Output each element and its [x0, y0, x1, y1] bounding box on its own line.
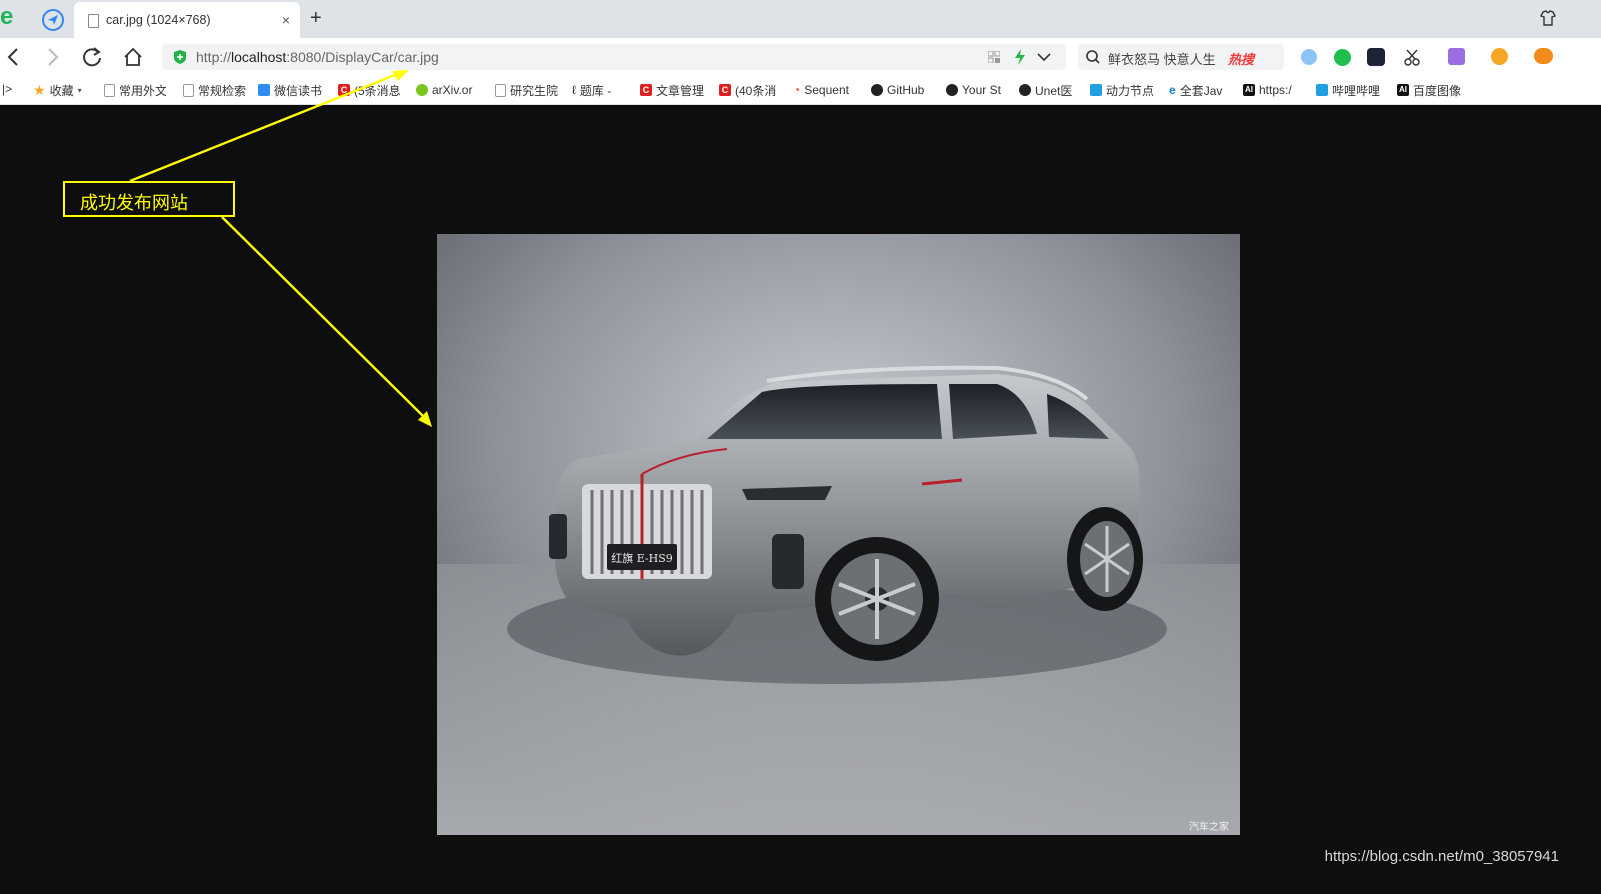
arrow-to-image	[221, 216, 424, 417]
arrow-to-url	[129, 73, 396, 183]
annotation-callout-box: 成功发布网站	[63, 181, 235, 217]
annotation-arrows	[129, 70, 432, 427]
csdn-watermark: https://blog.csdn.net/m0_38057941	[1324, 848, 1559, 865]
annotation-label: 成功发布网站	[80, 193, 188, 213]
